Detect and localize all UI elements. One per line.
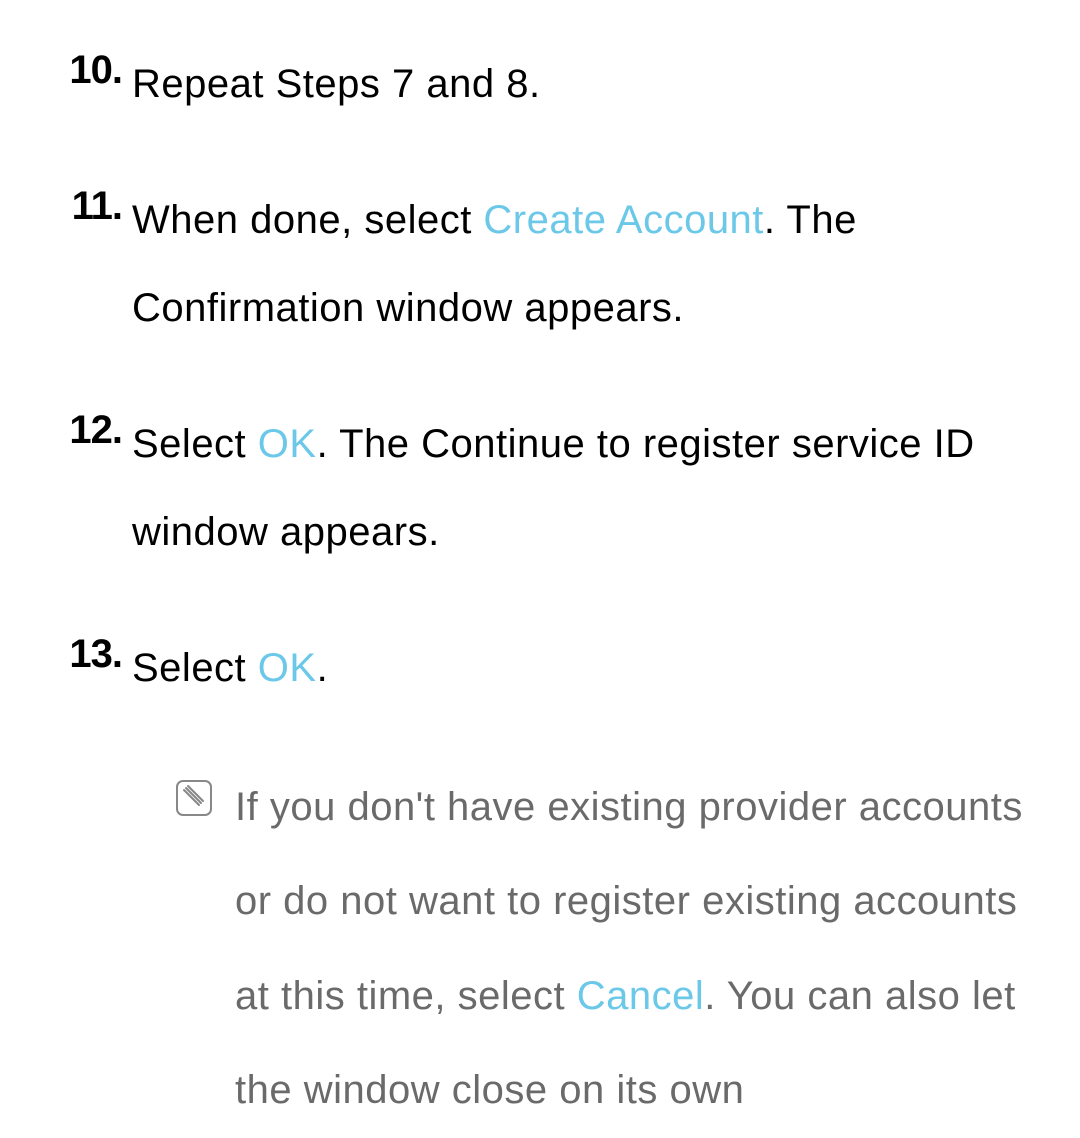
step-13: 13. Select OK. bbox=[30, 624, 1050, 712]
step-body: Repeat Steps 7 and 8. bbox=[132, 40, 1050, 128]
step-number: 10. bbox=[30, 40, 132, 128]
step-12: 12. Select OK. The Continue to register … bbox=[30, 400, 1050, 576]
ok-highlight: OK bbox=[258, 646, 317, 690]
step-text-post: . bbox=[317, 646, 329, 690]
step-number: 13. bbox=[30, 624, 132, 712]
step-body: When done, select Create Account. The Co… bbox=[132, 176, 1050, 352]
note-block: If you don't have existing provider acco… bbox=[175, 760, 1050, 1138]
step-11: 11. When done, select Create Account. Th… bbox=[30, 176, 1050, 352]
step-10: 10. Repeat Steps 7 and 8. bbox=[30, 40, 1050, 128]
note-icon bbox=[175, 774, 213, 812]
step-body: Select OK. The Continue to register serv… bbox=[132, 400, 1050, 576]
step-number: 12. bbox=[30, 400, 132, 576]
step-text-pre: When done, select bbox=[132, 198, 483, 242]
note-body: If you don't have existing provider acco… bbox=[235, 760, 1050, 1138]
create-account-highlight: Create Account bbox=[483, 198, 764, 242]
cancel-highlight: Cancel bbox=[577, 974, 705, 1018]
ok-highlight: OK bbox=[258, 422, 317, 466]
step-body: Select OK. bbox=[132, 624, 1050, 712]
step-text-pre: Select bbox=[132, 646, 258, 690]
step-number: 11. bbox=[30, 176, 132, 352]
step-text-pre: Select bbox=[132, 422, 258, 466]
